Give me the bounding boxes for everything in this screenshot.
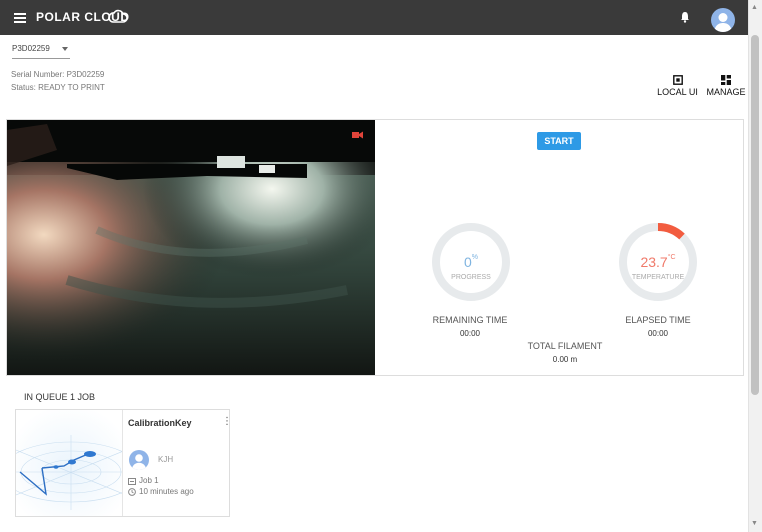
- remaining-time-label: REMAINING TIME: [432, 315, 508, 325]
- job-file-icon: [128, 478, 136, 485]
- user-avatar[interactable]: [711, 8, 735, 32]
- manage-label: MANAGE: [706, 87, 746, 97]
- local-ui-icon: [672, 75, 683, 85]
- temperature-label: TEMPERATURE: [631, 274, 685, 281]
- progress-value: 0%: [463, 254, 479, 270]
- queue-title: IN QUEUE 1 JOB: [24, 392, 96, 402]
- serial-number: Serial Number: P3D02259: [11, 70, 105, 79]
- scrollbar-thumb[interactable]: [751, 35, 759, 395]
- recording-camera-icon: [352, 131, 363, 139]
- printer-select-value: P3D02259: [12, 44, 50, 53]
- local-ui-button[interactable]: LOCAL UI: [655, 75, 700, 97]
- clock-icon: [128, 488, 136, 496]
- job-name[interactable]: CalibrationKey: [128, 418, 192, 428]
- temperature-value: 23.7°C: [640, 254, 676, 270]
- temperature-gauge: 23.7°C TEMPERATURE: [618, 222, 698, 302]
- manage-button[interactable]: MANAGE: [705, 75, 747, 97]
- cloud-icon: [108, 9, 128, 23]
- scroll-up-arrow-icon[interactable]: ▲: [751, 4, 758, 11]
- job-thumbnail[interactable]: [16, 410, 123, 516]
- remaining-time-value: 00:00: [459, 329, 481, 338]
- total-filament-value: 0.00 m: [552, 355, 578, 364]
- total-filament: TOTAL FILAMENT 0.00 m: [505, 341, 625, 364]
- elapsed-time-value: 00:00: [647, 329, 669, 338]
- elapsed-time: ELAPSED TIME 00:00: [598, 315, 718, 338]
- job-user-avatar: [129, 450, 149, 470]
- total-filament-label: TOTAL FILAMENT: [527, 341, 603, 351]
- webcam-image: [7, 120, 375, 375]
- dashboard-icon: [721, 75, 731, 85]
- scroll-down-arrow-icon[interactable]: ▼: [751, 520, 758, 527]
- progress-gauge: 0% PROGRESS: [431, 222, 511, 302]
- menu-icon[interactable]: [14, 13, 26, 23]
- elapsed-time-label: ELAPSED TIME: [625, 315, 691, 325]
- top-app-bar: POLAR CLOUD: [0, 0, 748, 35]
- job-preview-image: [16, 410, 122, 516]
- chevron-down-icon: [62, 47, 68, 51]
- webcam-feed: [7, 120, 375, 375]
- progress-label: PROGRESS: [451, 274, 491, 281]
- printer-select[interactable]: P3D02259: [12, 44, 70, 59]
- job-time: 10 minutes ago: [128, 487, 194, 496]
- printer-status: Status: READY TO PRINT: [11, 83, 105, 92]
- job-user-name: KJH: [158, 455, 174, 464]
- job-number: Job 1: [128, 476, 159, 485]
- job-card[interactable]: CalibrationKey ⋮ KJH Job 1 10 minutes ag…: [15, 409, 232, 517]
- local-ui-label: LOCAL UI: [657, 87, 698, 97]
- bell-icon[interactable]: [680, 11, 690, 23]
- more-vert-icon[interactable]: ⋮: [222, 416, 232, 427]
- remaining-time: REMAINING TIME 00:00: [410, 315, 530, 338]
- start-button[interactable]: START: [537, 132, 581, 150]
